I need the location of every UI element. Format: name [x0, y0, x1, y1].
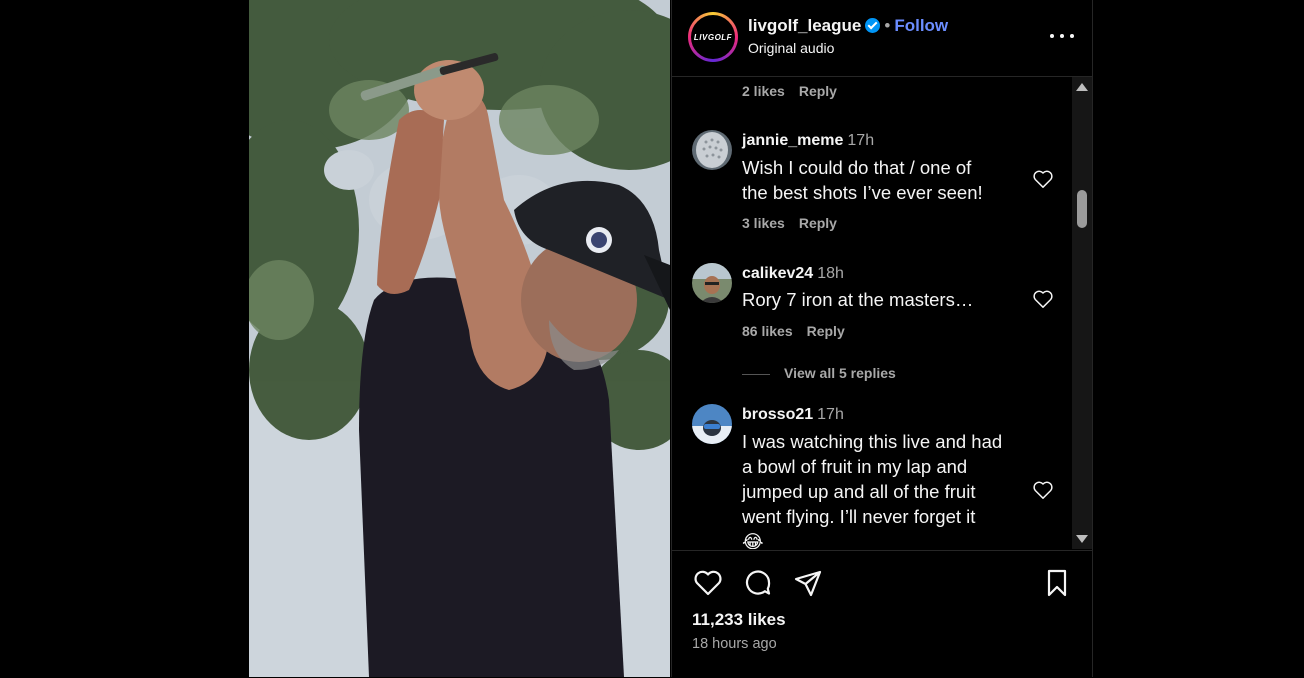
comment-time: 17h: [847, 132, 875, 149]
comment-text: I was watching this live and had a bowl …: [742, 429, 1032, 549]
commenter-avatar[interactable]: [692, 130, 732, 170]
verified-badge-icon: [865, 18, 881, 33]
comments-list[interactable]: 2 likes Reply jannie_meme 17h Wish I cou…: [672, 77, 1072, 549]
reply-button[interactable]: Reply: [807, 323, 845, 339]
comment-icon[interactable]: [742, 567, 774, 599]
scroll-down-arrow-icon[interactable]: [1076, 535, 1088, 543]
post-header: LIVGOLF livgolf_league • Follow Original a…: [672, 0, 1092, 77]
like-comment-heart-icon[interactable]: [1032, 480, 1054, 500]
instagram-post-viewer: LIVGOLF livgolf_league • Follow Original a…: [0, 0, 1304, 677]
more-options-icon[interactable]: [1050, 26, 1074, 46]
comments-scrollbar[interactable]: [1072, 77, 1092, 549]
commenter-avatar[interactable]: [692, 404, 732, 444]
comment-username[interactable]: brosso21: [742, 406, 813, 423]
post-actions-footer: 11,233 likes 18 hours ago: [672, 550, 1092, 678]
liv-golf-logo: LIVGOLF: [693, 32, 733, 42]
comment-text: Wish I could do that / one of the best s…: [742, 157, 983, 203]
reply-button[interactable]: Reply: [799, 83, 837, 99]
post-timestamp: 18 hours ago: [692, 636, 777, 652]
scrollbar-thumb[interactable]: [1077, 190, 1087, 228]
post-likes-count[interactable]: 11,233 likes: [692, 610, 786, 630]
like-comment-heart-icon[interactable]: [1032, 169, 1054, 189]
post-video[interactable]: [249, 0, 670, 677]
comment-likes-count[interactable]: 3 likes: [742, 215, 785, 231]
share-icon[interactable]: [792, 567, 824, 599]
comment-username[interactable]: calikev24: [742, 265, 813, 282]
follow-button[interactable]: Follow: [894, 16, 948, 35]
replies-divider-line: [742, 373, 770, 375]
original-audio-link[interactable]: Original audio: [748, 40, 834, 56]
account-username[interactable]: livgolf_league: [748, 16, 861, 35]
comment-time: 17h: [817, 406, 844, 423]
comment-meta: 86 likes Reply: [742, 323, 845, 339]
comment-meta: 3 likes Reply: [742, 215, 837, 231]
bookmark-icon[interactable]: [1041, 567, 1073, 599]
like-comment-heart-icon[interactable]: [1032, 289, 1054, 309]
heart-icon[interactable]: [692, 567, 724, 599]
laughing-emoji: 😂: [742, 531, 764, 549]
comment-time: 18h: [817, 265, 844, 282]
comment-text: Rory 7 iron at the masters…: [742, 289, 974, 310]
commenter-avatar[interactable]: [692, 263, 732, 303]
view-replies-button[interactable]: View all 5 replies: [742, 365, 896, 381]
scroll-up-arrow-icon[interactable]: [1076, 83, 1088, 91]
comment-likes-count[interactable]: 86 likes: [742, 323, 793, 339]
account-avatar[interactable]: LIVGOLF: [688, 12, 738, 62]
video-frame-image: [249, 0, 670, 677]
post-details-panel: LIVGOLF livgolf_league • Follow Original a…: [671, 0, 1093, 677]
comment-meta-previous: 2 likes Reply: [742, 83, 837, 99]
separator-dot: •: [884, 16, 891, 35]
reply-button[interactable]: Reply: [799, 215, 837, 231]
comment-username[interactable]: jannie_meme: [742, 132, 843, 149]
comment-likes-count[interactable]: 2 likes: [742, 83, 785, 99]
